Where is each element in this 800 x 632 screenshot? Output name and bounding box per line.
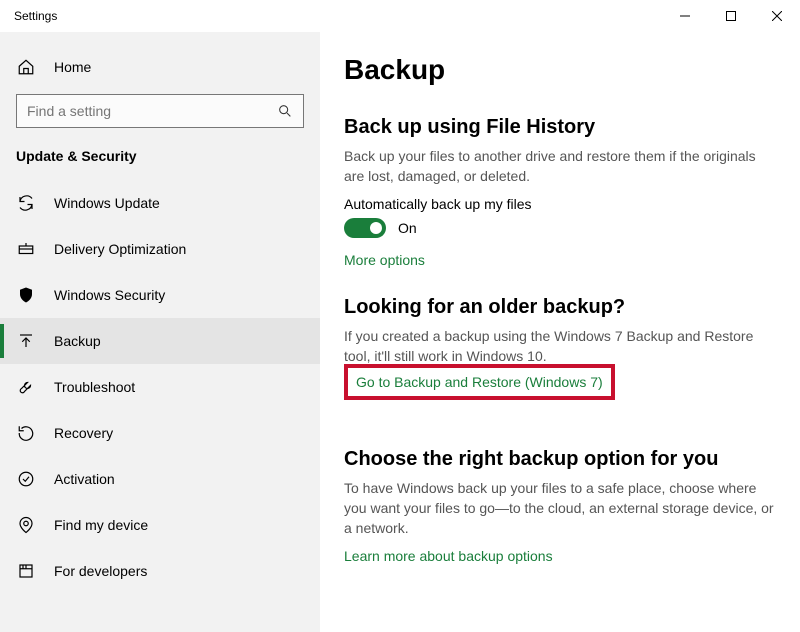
close-button[interactable] [754,0,800,32]
sidebar-item-delivery-optimization[interactable]: Delivery Optimization [0,226,320,272]
sidebar-item-backup[interactable]: Backup [0,318,320,364]
sidebar-item-label: Delivery Optimization [54,241,186,257]
older-backup-body: If you created a backup using the Window… [344,327,776,366]
more-options-link[interactable]: More options [344,252,776,268]
titlebar: Settings [0,0,800,32]
home-icon [16,58,36,76]
highlight-annotation: Go to Backup and Restore (Windows 7) [344,364,615,400]
sidebar-item-label: Troubleshoot [54,379,135,395]
wrench-icon [16,378,36,396]
older-backup-heading: Looking for an older backup? [344,296,776,319]
sidebar-item-find-my-device[interactable]: Find my device [0,502,320,548]
file-history-heading: Back up using File History [344,116,776,139]
page-title: Backup [344,54,776,86]
sidebar: Home Update & Security Windows Update De… [0,32,320,632]
sidebar-item-activation[interactable]: Activation [0,456,320,502]
sidebar-item-label: For developers [54,563,147,579]
learn-more-link[interactable]: Learn more about backup options [344,548,776,564]
sidebar-item-label: Windows Security [54,287,165,303]
main-content: Backup Back up using File History Back u… [320,32,800,632]
delivery-icon [16,240,36,258]
sidebar-item-label: Recovery [54,425,113,441]
developer-icon [16,562,36,580]
window-title: Settings [14,9,662,23]
file-history-body: Back up your files to another drive and … [344,147,776,186]
choose-backup-heading: Choose the right backup option for you [344,448,776,471]
backup-icon [16,332,36,350]
auto-backup-toggle[interactable] [344,218,386,238]
sidebar-item-label: Windows Update [54,195,160,211]
window-controls [662,0,800,32]
maximize-button[interactable] [708,0,754,32]
backup-restore-link[interactable]: Go to Backup and Restore (Windows 7) [356,374,603,390]
sidebar-section-heading: Update & Security [0,148,320,180]
minimize-button[interactable] [662,0,708,32]
choose-backup-body: To have Windows back up your files to a … [344,479,776,538]
search-icon [277,103,293,119]
check-circle-icon [16,470,36,488]
sync-icon [16,194,36,212]
search-box[interactable] [16,94,304,128]
sidebar-item-recovery[interactable]: Recovery [0,410,320,456]
home-label: Home [54,59,91,75]
home-nav[interactable]: Home [0,50,320,92]
sidebar-item-for-developers[interactable]: For developers [0,548,320,594]
shield-icon [16,286,36,304]
sidebar-item-label: Find my device [54,517,148,533]
toggle-state-text: On [398,220,417,236]
sidebar-item-windows-security[interactable]: Windows Security [0,272,320,318]
auto-backup-label: Automatically back up my files [344,196,776,212]
sidebar-item-label: Activation [54,471,115,487]
sidebar-item-troubleshoot[interactable]: Troubleshoot [0,364,320,410]
location-icon [16,516,36,534]
recovery-icon [16,424,36,442]
search-input[interactable] [27,103,277,119]
sidebar-item-label: Backup [54,333,101,349]
sidebar-item-windows-update[interactable]: Windows Update [0,180,320,226]
auto-backup-toggle-row: On [344,218,776,238]
